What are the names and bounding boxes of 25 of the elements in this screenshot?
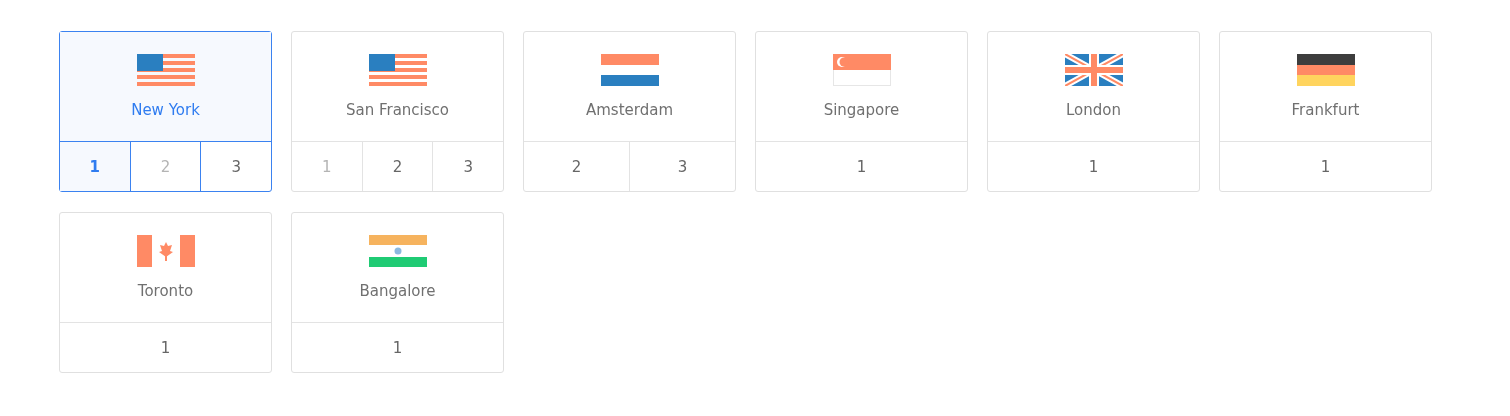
- region-card[interactable]: Singapore 1: [755, 31, 968, 192]
- region-card[interactable]: London 1: [987, 31, 1200, 192]
- option-tab[interactable]: 1: [756, 142, 967, 191]
- option-tab[interactable]: 2: [524, 142, 629, 191]
- region-card[interactable]: Toronto 1: [59, 212, 272, 373]
- region-name: Singapore: [823, 100, 900, 120]
- region-name: London: [1066, 100, 1121, 120]
- option-tab[interactable]: 3: [200, 142, 271, 191]
- option-tab[interactable]: 2: [361, 142, 433, 191]
- option-tab[interactable]: 1: [1220, 142, 1431, 191]
- option-tab[interactable]: 3: [432, 142, 503, 191]
- region-name: San Francisco: [345, 100, 449, 120]
- region-name: Frankfurt: [1291, 100, 1360, 120]
- option-tab[interactable]: 1: [292, 323, 503, 372]
- region-card[interactable]: Amsterdam 2 3: [523, 31, 736, 192]
- region-card[interactable]: Bangalore 1: [291, 212, 504, 373]
- option-tab[interactable]: 1: [60, 142, 130, 191]
- region-name: Amsterdam: [586, 100, 673, 120]
- region-name: New York: [131, 100, 200, 120]
- option-tab[interactable]: 3: [629, 142, 735, 191]
- region-card[interactable]: Frankfurt 1: [1219, 31, 1432, 192]
- region-name: Bangalore: [359, 281, 436, 301]
- option-tab[interactable]: 1: [60, 323, 271, 372]
- option-tab[interactable]: 1: [988, 142, 1199, 191]
- region-name: Toronto: [137, 281, 194, 301]
